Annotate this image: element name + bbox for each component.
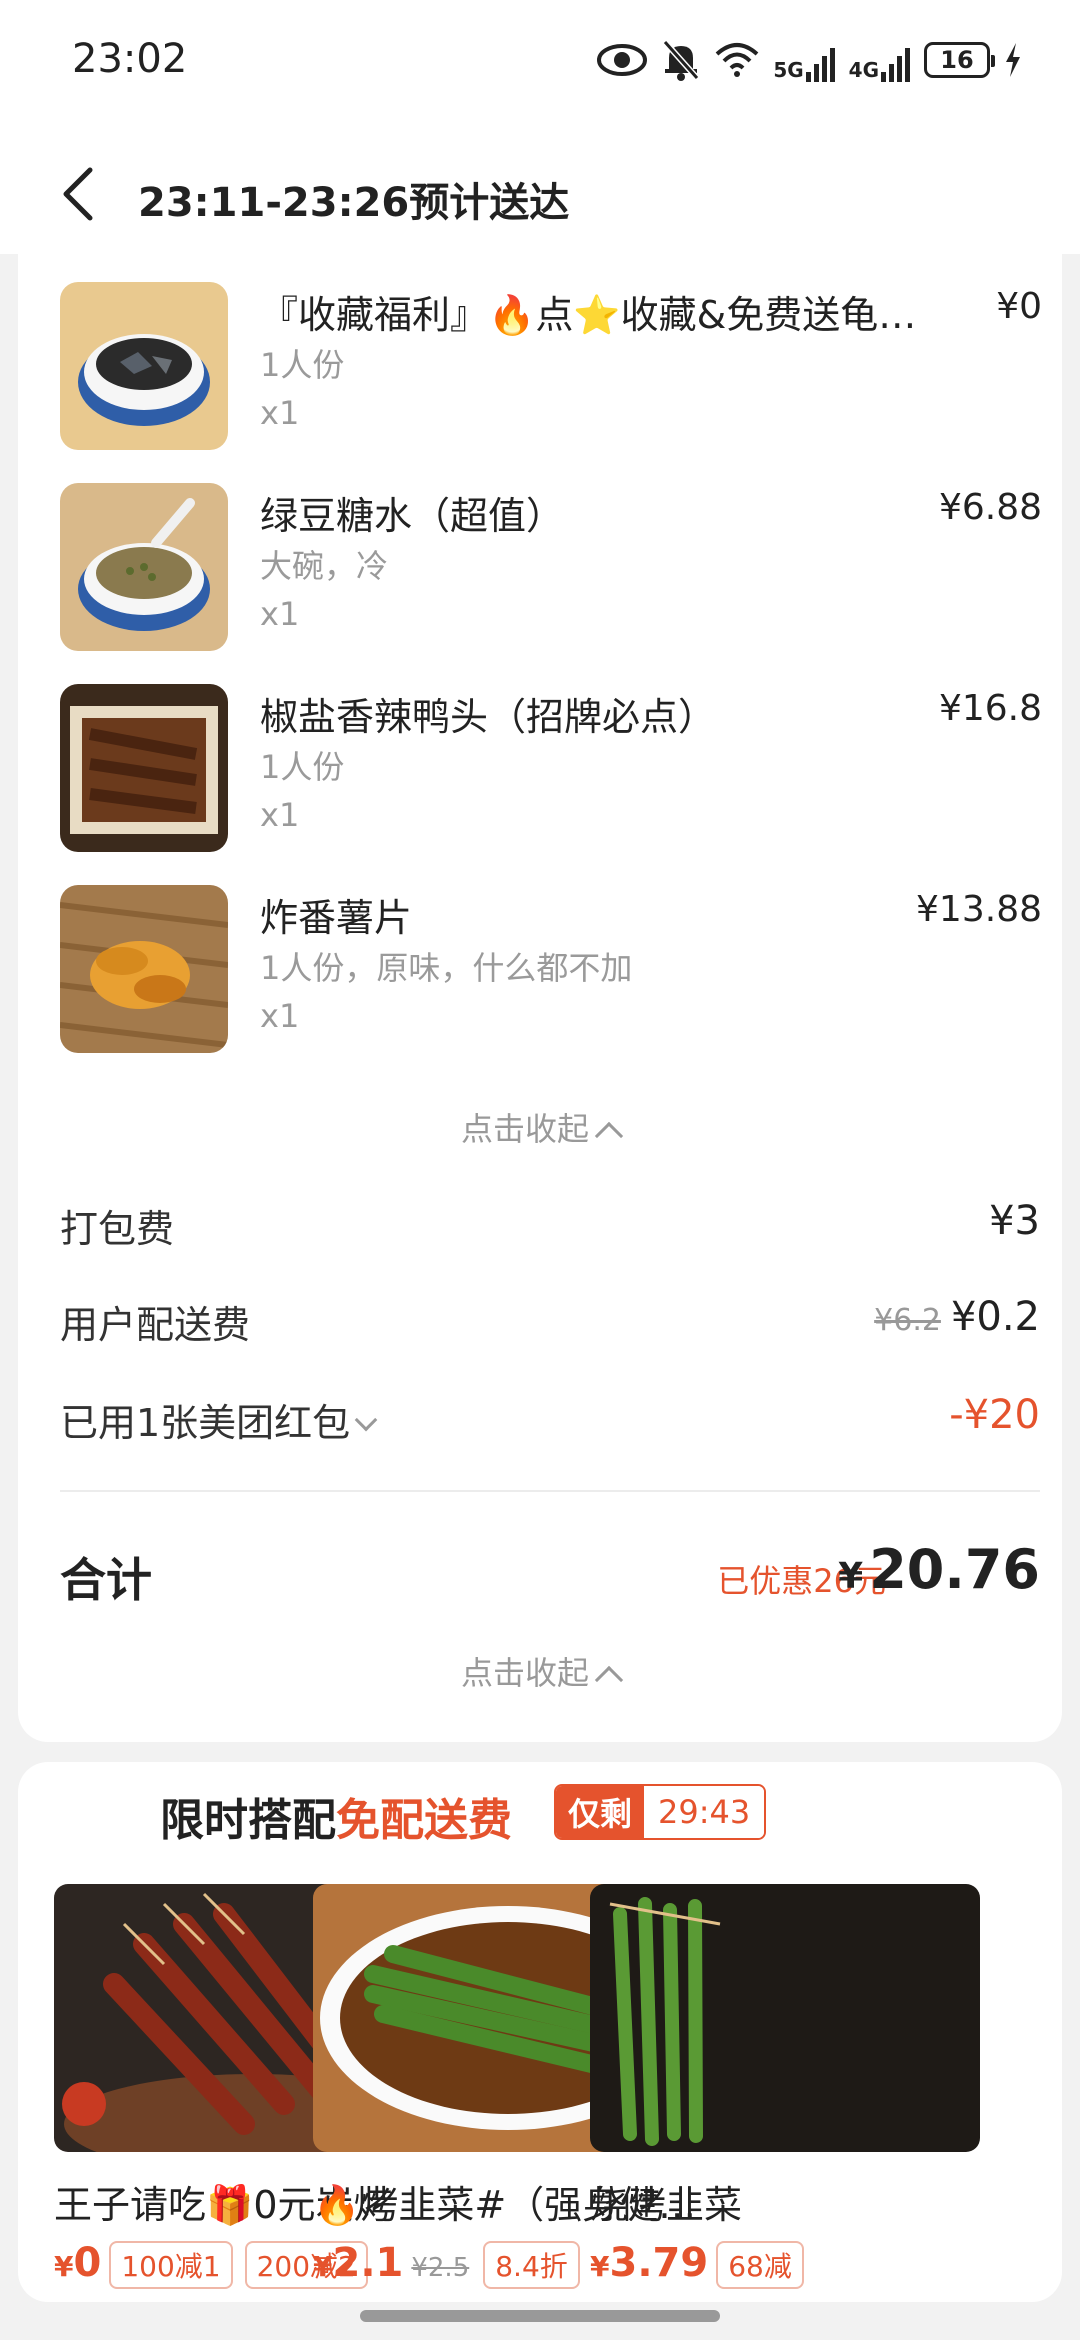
total-label: 合计 — [60, 1553, 152, 1607]
chevron-up-icon — [594, 1665, 624, 1695]
timer-value: 29:43 — [644, 1786, 765, 1838]
page-header: 23:11-23:26预计送达 — [0, 120, 1080, 254]
home-indicator[interactable] — [360, 2310, 720, 2322]
item-quantity: x1 — [260, 997, 300, 1035]
page-title: 23:11-23:26预计送达 — [138, 180, 570, 226]
product-image — [590, 1884, 980, 2152]
back-button[interactable] — [52, 164, 104, 224]
status-icons: 5G 4G 16 — [597, 36, 1022, 84]
list-item[interactable]: 『收藏福利』🔥点⭐收藏&免费送龟苓膏 1人份 x1 ¥0 — [60, 282, 1042, 452]
collapse-items-button[interactable]: 点击收起 — [18, 1104, 1062, 1151]
product-name: 烧烤韭菜 — [590, 2183, 743, 2227]
delivery-fee-value-group: ¥6.2 ¥0.2 — [874, 1294, 1040, 1340]
list-item[interactable]: 炸番薯片 1人份，原味，什么都不加 x1 ¥13.88 — [60, 885, 1042, 1055]
item-spec: 1人份 — [260, 346, 345, 384]
packing-fee-label: 打包费 — [60, 1207, 175, 1251]
item-thumbnail — [60, 684, 228, 852]
delivery-fee-label: 用户配送费 — [60, 1303, 251, 1347]
charging-icon — [1004, 38, 1022, 82]
battery-icon: 16 — [924, 38, 995, 82]
coupon-value: -¥20 — [949, 1392, 1040, 1438]
item-price: ¥6.88 — [938, 487, 1042, 528]
collapse-label: 点击收起 — [460, 1110, 589, 1148]
price-currency: ¥ — [54, 2250, 74, 2283]
item-spec: 大碗，冷 — [260, 547, 389, 585]
item-spec: 1人份，原味，什么都不加 — [260, 949, 633, 987]
product-price: ¥ 2.1 ¥2.5 8.4折 — [313, 2240, 592, 2289]
eye-icon — [597, 38, 648, 82]
status-time: 23:02 — [72, 36, 188, 82]
promo-title-prefix: 限时搭配 — [160, 1795, 336, 1846]
total-value-group: ¥20.76 — [838, 1538, 1040, 1601]
item-spec: 1人份 — [260, 748, 345, 786]
signal-4g-icon: 4G — [849, 38, 910, 82]
item-name: 椒盐香辣鸭头（招牌必点） — [260, 695, 717, 739]
delivery-fee-original: ¥6.2 — [874, 1303, 941, 1338]
price-original: ¥2.5 — [411, 2253, 470, 2283]
price-value: 3.79 — [609, 2240, 709, 2286]
product-card[interactable]: 烧烤韭菜 ¥ 3.79 68减 — [590, 1884, 982, 2289]
item-quantity: x1 — [260, 595, 300, 633]
total-value: 20.76 — [869, 1538, 1040, 1601]
promo-title-highlight: 免配送费 — [336, 1795, 512, 1846]
packing-fee-value: ¥3 — [989, 1198, 1040, 1244]
item-quantity: x1 — [260, 394, 300, 432]
order-card: 『收藏福利』🔥点⭐收藏&免费送龟苓膏 1人份 x1 ¥0 绿豆糖水（超值） 大碗… — [18, 254, 1062, 1742]
item-name: 绿豆糖水（超值） — [260, 494, 565, 538]
signal-5g-icon: 5G — [773, 38, 835, 82]
item-name: 『收藏福利』🔥点⭐收藏&免费送龟苓膏 — [260, 293, 940, 337]
item-thumbnail — [60, 282, 228, 450]
discount-tag: 8.4折 — [483, 2241, 580, 2289]
status-bar: 23:02 5G 4G 16 — [0, 0, 1080, 120]
delivery-fee-row: 用户配送费 ¥6.2 ¥0.2 — [60, 1294, 1040, 1350]
chevron-down-icon — [354, 1408, 378, 1432]
total-currency: ¥ — [838, 1556, 864, 1597]
battery-level: 16 — [924, 42, 995, 78]
item-price: ¥0 — [996, 286, 1042, 327]
list-item[interactable]: 椒盐香辣鸭头（招牌必点） 1人份 x1 ¥16.8 — [60, 684, 1042, 854]
discount-tag: 100减1 — [109, 2241, 233, 2289]
promo-title: 限时搭配免配送费 — [160, 1784, 512, 1848]
item-quantity: x1 — [260, 796, 300, 834]
chevron-left-icon — [63, 167, 93, 221]
item-thumbnail — [60, 483, 228, 651]
packing-fee-row: 打包费 ¥3 — [60, 1198, 1040, 1254]
item-name: 炸番薯片 — [260, 896, 413, 940]
timer-label: 仅剩 — [556, 1786, 645, 1838]
coupon-label-group: 已用1张美团红包 — [60, 1392, 378, 1447]
chevron-up-icon — [594, 1121, 624, 1151]
collapse-summary-button[interactable]: 点击收起 — [18, 1648, 1062, 1695]
discount-tag: 68减 — [716, 2241, 804, 2289]
coupon-label: 已用1张美团红包 — [60, 1401, 351, 1445]
promo-card: 限时搭配免配送费 仅剩 29:43 王子请吃🎁0元炭烤 ¥ 0 100减1 20… — [18, 1762, 1062, 2302]
collapse-label: 点击收起 — [460, 1654, 589, 1692]
net-label-4g: 4G — [848, 58, 879, 82]
divider — [60, 1490, 1040, 1492]
product-price: ¥ 3.79 68减 — [590, 2240, 816, 2289]
list-item[interactable]: 绿豆糖水（超值） 大碗，冷 x1 ¥6.88 — [60, 483, 1042, 653]
bell-off-icon — [661, 38, 701, 82]
item-price: ¥16.8 — [938, 688, 1042, 729]
item-thumbnail — [60, 885, 228, 1053]
countdown-timer: 仅剩 29:43 — [554, 1784, 767, 1840]
net-label-5g: 5G — [773, 58, 804, 82]
item-price: ¥13.88 — [916, 889, 1042, 930]
wifi-icon — [715, 38, 759, 82]
price-value: 0 — [73, 2240, 102, 2286]
price-currency: ¥ — [590, 2250, 610, 2283]
price-value: 2.1 — [332, 2240, 404, 2286]
delivery-fee-value: ¥0.2 — [950, 1294, 1040, 1340]
coupon-row[interactable]: 已用1张美团红包 -¥20 — [60, 1392, 1040, 1448]
price-currency: ¥ — [313, 2250, 333, 2283]
